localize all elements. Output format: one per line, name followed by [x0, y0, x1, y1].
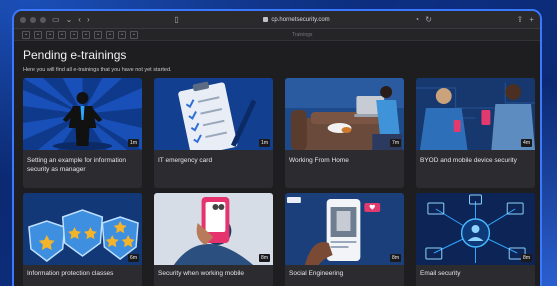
share-icon[interactable]: ⇪: [517, 15, 524, 24]
privacy-report-icon[interactable]: ▯: [174, 15, 178, 24]
training-title: Security when working mobile: [158, 270, 244, 277]
back-icon[interactable]: ‹: [78, 15, 81, 24]
duration-badge: 1m: [128, 139, 139, 147]
bookmark-icon[interactable]: ▪: [70, 30, 78, 39]
chevron-down-icon[interactable]: ⌄: [66, 15, 73, 24]
training-card[interactable]: 8m Security when working mobile: [154, 193, 273, 286]
shields-stars-illustration: 6m: [23, 193, 142, 265]
minimize-window-button[interactable]: [30, 16, 36, 23]
duration-badge: 8m: [521, 254, 532, 262]
training-title: IT emergency card: [158, 157, 213, 164]
network-illustration: 8m: [416, 193, 535, 265]
bookmark-icon[interactable]: ▪: [118, 30, 126, 39]
url-text: cp.hornetsecurity.com: [271, 16, 330, 23]
training-card[interactable]: 8m Social Engineering: [285, 193, 404, 286]
training-card[interactable]: 1m IT emergency card: [154, 78, 273, 188]
extensions-icon[interactable]: ◔: [414, 15, 419, 24]
bookmark-icon[interactable]: ▪: [46, 30, 54, 39]
training-grid-row-2: 6m Information protection classes 8m Sec…: [23, 193, 535, 286]
training-title: Information protection classes: [27, 270, 114, 277]
browser-toolbar: ▭ ⌄ ‹ › ▯ cp.hornetsecurity.com ◔ ↻ ⇪ +: [14, 11, 540, 29]
manager-illustration: 1m: [23, 78, 142, 150]
page-title: Pending e-trainings: [23, 48, 127, 62]
bookmark-icon[interactable]: ▪: [22, 30, 30, 39]
main-content: Pending e-trainings Here you will find a…: [14, 41, 540, 286]
phone-in-hand-illustration: 8m: [154, 193, 273, 265]
duration-badge: 8m: [390, 254, 401, 262]
duration-badge: 1m: [259, 139, 270, 147]
duration-badge: 6m: [128, 254, 139, 262]
training-title: Social Engineering: [289, 270, 344, 277]
bookmark-icon[interactable]: ▪: [82, 30, 90, 39]
bookmark-icon[interactable]: ▪: [106, 30, 114, 39]
new-tab-icon[interactable]: +: [529, 15, 534, 24]
duration-badge: 4m: [521, 139, 532, 147]
forward-icon[interactable]: ›: [87, 15, 90, 24]
training-title: BYOD and mobile device security: [420, 157, 517, 164]
training-card[interactable]: 6m Information protection classes: [23, 193, 142, 286]
browser-window: ▭ ⌄ ‹ › ▯ cp.hornetsecurity.com ◔ ↻ ⇪ + …: [12, 9, 542, 286]
training-card[interactable]: 8m Email security: [416, 193, 535, 286]
bookmark-icon[interactable]: ▪: [58, 30, 66, 39]
duration-badge: 8m: [259, 254, 270, 262]
training-grid: 1m Setting an example for information se…: [23, 78, 535, 188]
bookmarks-bar: ▪ ▪ ▪ ▪ ▪ ▪ ▪ ▪ ▪ ▪ Trainings: [14, 29, 540, 41]
social-media-illustration: 8m: [285, 193, 404, 265]
bookmark-icon[interactable]: ▪: [130, 30, 138, 39]
mobile-device-illustration: 4m: [416, 78, 535, 150]
checklist-illustration: 1m: [154, 78, 273, 150]
maximize-window-button[interactable]: [40, 16, 46, 23]
home-office-illustration: 7m: [285, 78, 404, 150]
window-controls[interactable]: [20, 16, 46, 23]
training-title: Working From Home: [289, 157, 349, 164]
lock-icon: [263, 17, 269, 22]
bookmark-icon[interactable]: ▪: [94, 30, 102, 39]
close-window-button[interactable]: [20, 16, 26, 23]
duration-badge: 7m: [390, 139, 401, 147]
training-title: Setting an example for information secur…: [27, 157, 126, 173]
page-subtitle: Here you will find all e-trainings that …: [23, 67, 172, 73]
address-bar[interactable]: cp.hornetsecurity.com: [263, 16, 330, 23]
training-card[interactable]: 7m Working From Home: [285, 78, 404, 188]
sidebar-toggle-icon[interactable]: ▭: [52, 15, 60, 24]
bookmark-icon[interactable]: ▪: [34, 30, 42, 39]
reload-icon[interactable]: ↻: [425, 15, 432, 24]
active-tab-title[interactable]: Trainings: [292, 32, 312, 38]
training-card[interactable]: 4m BYOD and mobile device security: [416, 78, 535, 188]
training-title: Email security: [420, 270, 461, 277]
training-card[interactable]: 1m Setting an example for information se…: [23, 78, 142, 188]
